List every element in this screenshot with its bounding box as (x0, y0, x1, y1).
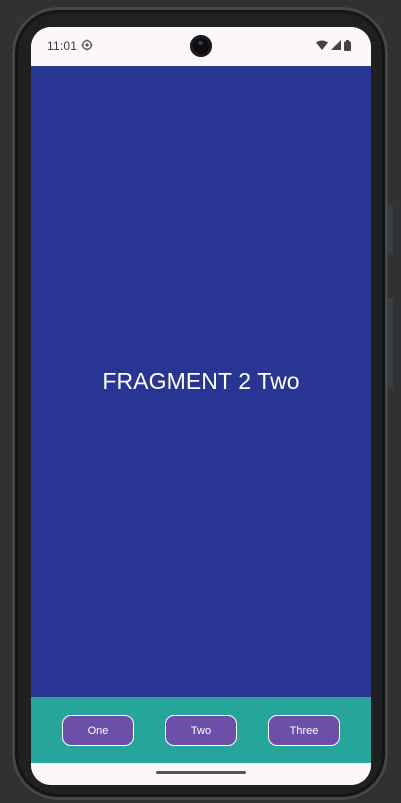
bottom-button-bar: One Two Three (31, 697, 371, 763)
one-button[interactable]: One (62, 715, 134, 746)
fragment-container: FRAGMENT 2 Two (31, 66, 371, 697)
power-button (388, 205, 393, 255)
status-bar: 11:01 (31, 27, 371, 66)
home-gesture-handle[interactable] (156, 771, 246, 774)
three-button[interactable]: Three (268, 715, 340, 746)
gesture-nav-area (31, 763, 371, 785)
battery-icon (344, 39, 351, 51)
status-icons (316, 39, 351, 51)
front-camera (190, 35, 212, 57)
fragment-title: FRAGMENT 2 Two (102, 368, 300, 394)
phone-screen: 11:01 FRAGMENT 2 Two One Two Three (31, 27, 371, 785)
wifi-icon (316, 40, 328, 50)
status-time: 11:01 (47, 39, 78, 53)
two-button[interactable]: Two (165, 715, 237, 746)
gear-icon (81, 39, 93, 51)
signal-icon (331, 40, 341, 50)
volume-button (388, 298, 393, 388)
